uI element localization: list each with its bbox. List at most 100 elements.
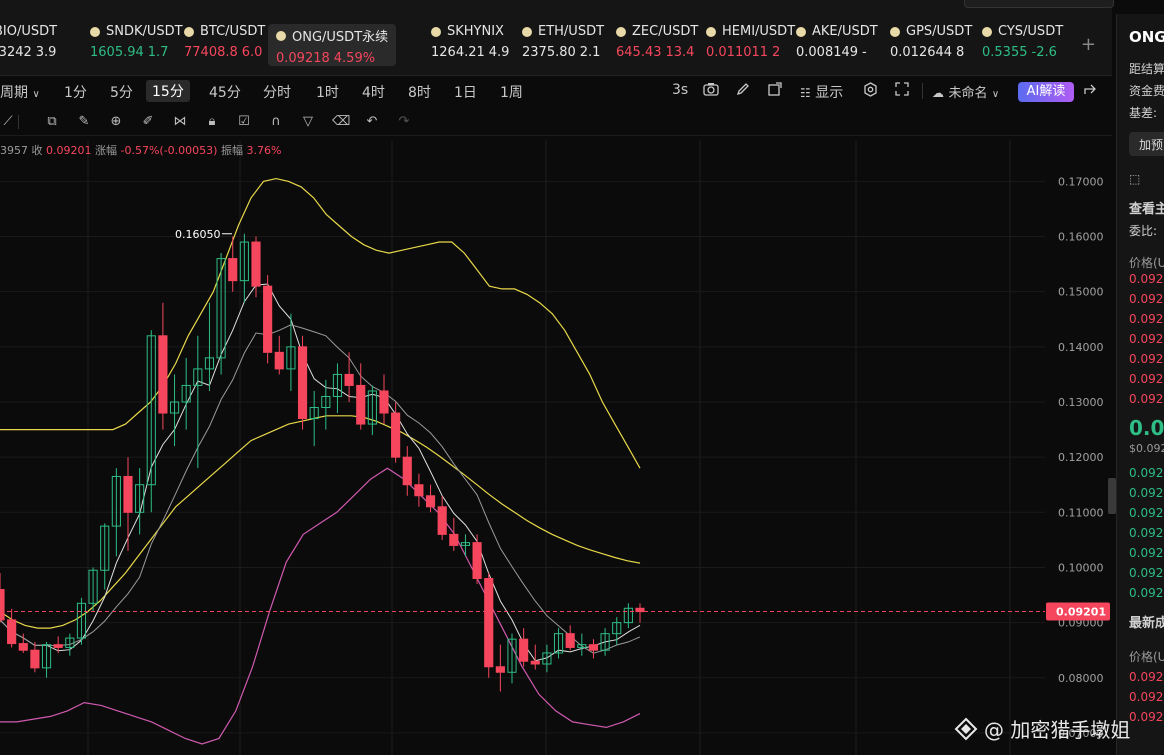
candle-body: [263, 285, 273, 353]
candle-body: [414, 484, 424, 497]
ticker-item[interactable]: ONG/USDT永续 0.09218 4.59%: [268, 24, 397, 66]
panel-collapse-handle[interactable]: [1108, 478, 1116, 514]
candle-body: [30, 649, 40, 669]
order-row[interactable]: 0.0922: [1129, 526, 1164, 540]
interval-tab[interactable]: 45分: [209, 82, 241, 102]
candle-body: [391, 412, 401, 458]
settings-icon[interactable]: [863, 82, 878, 101]
y-tick-label: 0.11000: [1058, 506, 1104, 519]
share-icon[interactable]: [1084, 82, 1098, 100]
ticker-item[interactable]: BIO/USDT 0.032423.9: [0, 24, 57, 68]
order-row[interactable]: 0.0923: [1129, 332, 1164, 346]
basis-label: 基差:: [1129, 106, 1158, 120]
ticker-price: 0.008149: [796, 45, 859, 60]
cloud-icon: ☁: [932, 86, 944, 100]
order-row[interactable]: 0.0922: [1129, 372, 1164, 386]
ticker-item[interactable]: SKHYNIX 1264.21 4.9: [431, 24, 509, 68]
ticker-symbol: BIO/USDT: [0, 24, 58, 39]
pen-icon[interactable]: [736, 82, 750, 100]
drawing-toolbar: ⟋ ⧉ ✎ ⊕ ✐ ⋈ 🔒︎ ☑ ∩ ▽ ⌫ ↶ ↷: [0, 110, 1112, 136]
view-section-label[interactable]: 查看主: [1129, 198, 1164, 217]
interval-tab[interactable]: 1时: [316, 82, 339, 102]
check-icon[interactable]: ☑: [236, 114, 252, 130]
interval-tab[interactable]: 8时: [408, 82, 431, 102]
popout-icon[interactable]: [768, 82, 782, 100]
ticker-symbol: SKHYNIX: [447, 24, 504, 39]
interval-tab[interactable]: 分时: [263, 82, 291, 102]
layout-name: 未命名: [948, 86, 988, 101]
ruler-icon[interactable]: ✎: [76, 114, 92, 130]
order-row[interactable]: 0.0922: [1129, 486, 1164, 500]
ticker-symbol: CYS/USDT: [998, 24, 1064, 39]
order-ratio-label: 委比:: [1129, 224, 1158, 238]
ticker-price: 0.011011: [706, 45, 769, 60]
order-row[interactable]: 0.0922: [1129, 690, 1164, 704]
brush-icon[interactable]: ✐: [140, 114, 156, 130]
latest-trades-label[interactable]: 最新成: [1129, 612, 1164, 631]
display-button[interactable]: ☷ 显示: [800, 82, 843, 102]
interval-tab[interactable]: 15分: [146, 80, 190, 102]
amplitude-value: 3.76%: [246, 144, 282, 157]
interval-tab[interactable]: 1分: [64, 82, 87, 102]
trash-icon[interactable]: ⌫: [332, 114, 350, 130]
trendline-icon[interactable]: ⟋: [0, 114, 16, 130]
candle-body: [251, 241, 261, 287]
fullscreen-icon[interactable]: [895, 82, 909, 100]
candle-body: [7, 619, 17, 645]
ticker-item[interactable]: AKE/USDT 0.008149-: [796, 24, 878, 68]
magnet-icon[interactable]: ∩: [268, 114, 284, 130]
pattern-icon[interactable]: ⋈: [172, 114, 188, 130]
candle-body: [297, 346, 308, 420]
refresh-interval[interactable]: 3s: [672, 82, 688, 98]
zoom-icon[interactable]: ⊕: [108, 114, 124, 130]
chevron-down-icon: ∨: [32, 89, 40, 100]
expand-icon[interactable]: ⬚: [1129, 172, 1140, 186]
order-row[interactable]: 0.0923: [1129, 312, 1164, 326]
order-row[interactable]: 0.0922: [1129, 466, 1164, 480]
order-book-panel: ONG 距结算 资金费 基差: 加预 ⬚ 查看主 委比: 价格(U 0.0923…: [1116, 14, 1164, 755]
ticker-item[interactable]: CYS/USDT 0.5355 -2.6: [982, 24, 1063, 68]
filter-icon[interactable]: ▽: [300, 114, 316, 130]
order-row[interactable]: 0.0922: [1129, 710, 1164, 724]
period-selector[interactable]: 周期 ∨: [0, 82, 40, 102]
ticker-item[interactable]: SNDK/USDT 1605.94 1.7: [90, 24, 183, 68]
interval-tab[interactable]: 4时: [362, 82, 385, 102]
order-row[interactable]: 0.0922: [1129, 670, 1164, 684]
logo-icon: [954, 717, 978, 740]
ticker-price: 2375.80: [522, 45, 576, 60]
camera-icon[interactable]: [703, 82, 719, 100]
ticker-item[interactable]: ETH/USDT 2375.80 2.1: [522, 24, 604, 68]
order-row[interactable]: 0.0922: [1129, 566, 1164, 580]
order-row[interactable]: 0.0922: [1129, 506, 1164, 520]
candle-body: [0, 589, 5, 621]
order-row[interactable]: 0.0922: [1129, 352, 1164, 366]
order-row[interactable]: 0.0922: [1129, 546, 1164, 560]
interval-bar: 周期 ∨ 1分 5分 15分 45分 分时 1时 4时 8时 1日 1周 3s ☷ 显示 ☁ 未命…: [0, 76, 1112, 106]
candlestick-chart[interactable]: 0.17000 0.16000 0.15000 0.14000 0.13000 0.120…: [0, 140, 1112, 755]
ticker-symbol: SNDK/USDT: [106, 24, 183, 39]
layout-selector[interactable]: ☁ 未命名 ∨: [932, 82, 999, 101]
interval-tab[interactable]: 1周: [500, 82, 523, 102]
order-row[interactable]: 0.0922: [1129, 392, 1164, 406]
interval-tab[interactable]: 1日: [454, 82, 477, 102]
candle-body: [425, 495, 436, 508]
ticker-price: 1605.94: [90, 45, 144, 60]
ticker-item[interactable]: BTC/USDT 77408.8 6.0: [184, 24, 265, 68]
ticker-item[interactable]: HEMI/USDT 0.011011 2: [706, 24, 795, 68]
redo-icon[interactable]: ↷: [396, 114, 412, 130]
order-row[interactable]: 0.0923: [1129, 292, 1164, 306]
order-row[interactable]: 0.0923: [1129, 272, 1164, 286]
ticker-symbol: BTC/USDT: [200, 24, 266, 39]
add-ticker-icon[interactable]: +: [1081, 34, 1096, 55]
ai-interpret-button[interactable]: AI解读: [1018, 82, 1074, 102]
interval-tab[interactable]: 5分: [110, 82, 133, 102]
coin-icon: [890, 26, 900, 37]
ticker-item[interactable]: GPS/USDT 0.012644 8: [890, 24, 972, 68]
ticker-item[interactable]: ZEC/USDT 645.43 13.4: [616, 24, 698, 68]
y-tick-label: 0.14000: [1058, 341, 1104, 354]
undo-icon[interactable]: ↶: [364, 114, 380, 130]
copy-icon[interactable]: ⧉: [44, 114, 60, 130]
lock-icon[interactable]: 🔒︎: [204, 114, 220, 130]
order-row[interactable]: 0.0921: [1129, 586, 1164, 600]
add-alert-button[interactable]: 加预: [1129, 132, 1164, 156]
